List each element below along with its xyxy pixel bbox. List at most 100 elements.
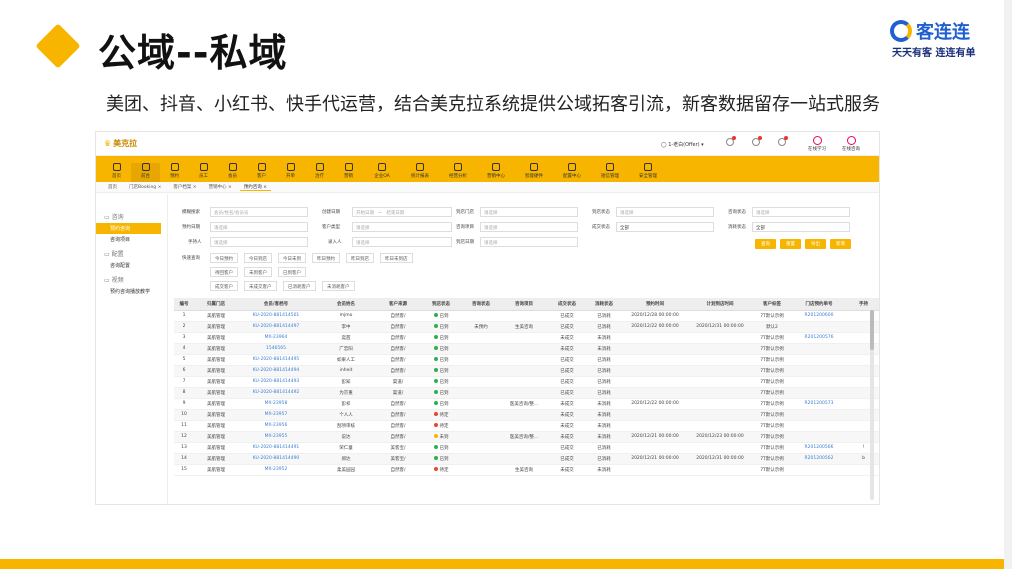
quick-button[interactable]: 已消耗客户 — [283, 281, 316, 291]
add-button[interactable]: 新增 — [830, 239, 851, 249]
quick-button[interactable]: 待回客户 — [210, 267, 238, 277]
consume-status-select[interactable]: 全部 — [752, 222, 850, 232]
nav-item-14[interactable]: 配置中心 — [553, 163, 591, 182]
nav-item-9[interactable]: 企业OA — [363, 163, 401, 182]
create-date-range[interactable]: 开始日期 ~ 结束日期 — [352, 207, 452, 217]
table-row[interactable]: 10 美肌管理 MX-23957 个人人 自然客/待定 未成交 未消耗 7T默认示例 — [174, 409, 879, 421]
column-header-6[interactable]: 咨询状态 — [464, 298, 498, 311]
tab-3[interactable]: 营销中心 × — [205, 184, 236, 190]
column-header-0[interactable]: 编号 — [174, 298, 194, 311]
arrive-status-select[interactable]: 请选择 — [616, 207, 714, 217]
table-row[interactable]: 3 美肌管理 MX-23964 奕茜 自然客/已到 未成交 未消耗 7T默认示例 R201200… — [174, 332, 879, 344]
quick-button[interactable]: 未成交客户 — [244, 281, 277, 291]
table-cell[interactable]: KU-2020-881414492 — [238, 387, 314, 399]
table-row[interactable]: 2 美肌管理 KU-2020-881414497 李中 自然客/已到 未预约 生美咨询 已成交… — [174, 321, 879, 333]
table-cell[interactable]: KU-2020-881414495 — [238, 354, 314, 366]
table-cell[interactable]: MX-23957 — [238, 409, 314, 421]
chat-icon[interactable] — [752, 136, 762, 146]
column-header-11[interactable]: 计划到店时间 — [686, 298, 754, 311]
table-cell[interactable] — [790, 387, 848, 399]
table-cell[interactable]: MX-23956 — [238, 420, 314, 432]
column-header-12[interactable]: 客户标签 — [754, 298, 790, 311]
column-header-2[interactable]: 会员/客档号 — [238, 298, 314, 311]
top-right-link-1[interactable]: 在线咨询 — [842, 136, 860, 152]
table-cell[interactable] — [790, 376, 848, 388]
table-row[interactable]: 8 美肌管理 KU-2020-881414492 为京重 渠道/已到 已成交 已消耗 7T默认… — [174, 387, 879, 399]
tab-1[interactable]: 门店Booking × — [125, 184, 165, 190]
table-cell[interactable]: KU-2020-881414494 — [238, 365, 314, 377]
nav-item-8[interactable]: 营销 — [334, 163, 363, 182]
table-cell[interactable]: KU-2020-881414490 — [238, 453, 314, 465]
arrive-date-input[interactable]: 请选择 — [480, 237, 578, 247]
fuzzy-search-input[interactable]: 会员/姓名/会员号 — [210, 207, 308, 217]
store-select[interactable]: 请选择 — [480, 207, 578, 217]
table-cell[interactable]: R201200566 — [790, 442, 848, 454]
table-cell[interactable]: MX-23958 — [238, 398, 314, 410]
quick-button[interactable]: 已到客户 — [278, 267, 306, 277]
consult-status-select[interactable]: 请选择 — [752, 207, 850, 217]
tab-0[interactable]: 首页 — [104, 184, 121, 190]
table-cell[interactable]: MX-23952 — [238, 464, 314, 476]
column-header-7[interactable]: 咨询项目 — [498, 298, 550, 311]
table-cell[interactable]: 1546565 — [238, 343, 314, 355]
table-cell[interactable]: KU-2020-881414493 — [238, 376, 314, 388]
holder-select[interactable]: 请选择 — [210, 237, 308, 247]
nav-item-10[interactable]: 统计报表 — [401, 163, 439, 182]
table-cell[interactable]: R201200576 — [790, 332, 848, 344]
table-row[interactable]: 6 美肌管理 KU-2020-881414494 inheit 自然客/已到 已成交 已消耗… — [174, 365, 879, 377]
nav-item-7[interactable]: 治疗 — [305, 163, 334, 182]
column-header-4[interactable]: 客户来源 — [378, 298, 418, 311]
user-menu[interactable]: ◯ 1-老白(Offer) ▾ — [661, 141, 704, 148]
column-header-14[interactable]: 手持 — [848, 298, 879, 311]
quick-button[interactable]: 昨日预约 — [312, 253, 340, 263]
table-scrollbar[interactable] — [870, 310, 874, 500]
table-cell[interactable]: KU-2020-881414501 — [238, 310, 314, 322]
quick-button[interactable]: 今日到店 — [244, 253, 272, 263]
nav-item-0[interactable]: 首页 — [102, 163, 131, 182]
table-row[interactable]: 11 美肌管理 MX-23956 刮项审核 自然客/待定 未成交 未消耗 7T默认示例 — [174, 420, 879, 432]
column-header-3[interactable]: 会员姓名 — [314, 298, 378, 311]
table-row[interactable]: 9 美肌管理 MX-23958 彭祁 自然客/已到 医美咨询/整... 未成交 未消耗 2020… — [174, 398, 879, 410]
quick-button[interactable]: 今日预约 — [210, 253, 238, 263]
table-row[interactable]: 5 美肌管理 KU-2020-881414495 如果人工 自然客/已到 已成交 已消耗 7T… — [174, 354, 879, 366]
tab-2[interactable]: 客户档案 × — [169, 184, 200, 190]
table-row[interactable]: 12 美肌管理 MX-23955 说达 自然客/未到 医美咨询/整... 未成交 未消耗 202… — [174, 431, 879, 443]
table-row[interactable]: 13 美肌管理 KU-2020-881414491 荣仁童 美客宝/已到 已成交 已消耗 7T… — [174, 442, 879, 454]
table-cell[interactable] — [790, 354, 848, 366]
nav-item-4[interactable]: 会员 — [218, 163, 247, 182]
sidebar-item-0-0[interactable]: 预约咨询 — [96, 223, 161, 234]
table-cell[interactable] — [790, 321, 848, 333]
table-row[interactable]: 1 美肌管理 KU-2020-881414501 mjmo 自然客/已到 已成交 已消耗 20… — [174, 310, 879, 322]
top-right-link-0[interactable]: 在线学习 — [808, 136, 826, 152]
quick-button[interactable]: 昨日到店 — [346, 253, 374, 263]
nav-item-3[interactable]: 员工 — [189, 163, 218, 182]
nav-item-11[interactable]: 经营分析 — [439, 163, 477, 182]
table-cell[interactable]: MX-23964 — [238, 332, 314, 344]
quick-button[interactable]: 昨日未到店 — [380, 253, 413, 263]
table-cell[interactable] — [790, 431, 848, 443]
sidebar-item-2-0[interactable]: 预约咨询播放教学 — [96, 286, 167, 297]
table-cell[interactable] — [790, 365, 848, 377]
table-cell[interactable]: R201200562 — [790, 453, 848, 465]
table-cell[interactable]: KU-2020-881414497 — [238, 321, 314, 333]
table-cell[interactable] — [790, 343, 848, 355]
customer-type-select[interactable]: 请选择 — [352, 222, 452, 232]
table-cell[interactable]: KU-2020-881414491 — [238, 442, 314, 454]
nav-item-16[interactable]: 安全管理 — [629, 163, 667, 182]
bell-icon[interactable] — [726, 136, 736, 146]
column-header-1[interactable]: 归属门店 — [194, 298, 238, 311]
tab-4[interactable]: 预约咨询 × — [239, 184, 271, 191]
app-logo[interactable]: ♛ 美克拉 — [104, 138, 137, 149]
quick-button[interactable]: 未到客户 — [244, 267, 272, 277]
table-cell[interactable]: MX-23955 — [238, 431, 314, 443]
mail-icon[interactable] — [778, 136, 788, 146]
column-header-13[interactable]: 门店预约单号 — [790, 298, 848, 311]
column-header-10[interactable]: 预约时间 — [624, 298, 686, 311]
table-row[interactable]: 7 美肌管理 KU-2020-881414493 彭知 渠道/已到 已成交 已消耗 7T默认示… — [174, 376, 879, 388]
nav-item-13[interactable]: 智能硬件 — [515, 163, 553, 182]
consult-item-select[interactable]: 请选择 — [480, 222, 578, 232]
deal-status-select[interactable]: 全部 — [616, 222, 714, 232]
table-cell[interactable]: R201200573 — [790, 398, 848, 410]
sidebar-item-0-1[interactable]: 咨询项目 — [96, 234, 167, 245]
table-row[interactable]: 15 美肌管理 MX-23952 柔美园园 自然客/待定 生美咨询 未成交 未消耗 7T默认示例 — [174, 464, 879, 476]
